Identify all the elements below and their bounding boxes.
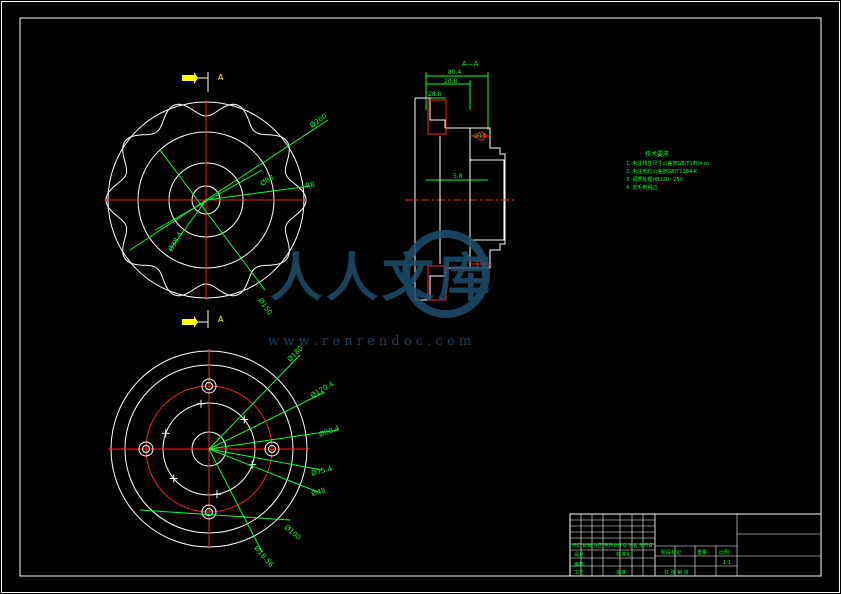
tb-weight: 重量 — [697, 549, 707, 556]
section-title: A—A — [462, 60, 479, 68]
tb-scale: 比例 — [719, 549, 729, 556]
bv-leader-5 — [208, 448, 319, 493]
watermark-text: 人人文库 — [270, 248, 494, 309]
section-label-bottom: A — [218, 315, 224, 324]
front-dim-1: Ø200 — [309, 112, 329, 129]
tb-std: 标准化 — [616, 551, 631, 558]
notes-line-4: 4. 去毛刺锐边 — [626, 184, 657, 191]
notes-line-3: 3. 调质处理HB220~250 — [626, 176, 683, 183]
sec-dim-2: 20.8 — [444, 78, 458, 85]
tb-reviewer: 审核 — [574, 561, 584, 568]
sec-dim-4: 5.8 — [453, 173, 463, 180]
tb-scale-value: 1:1 — [723, 560, 731, 566]
tb-process: 工艺 — [574, 570, 584, 576]
notes-line-1: 1. 未注线性尺寸公差按GB/T1804-m — [626, 160, 709, 167]
section-wall-top — [427, 99, 447, 135]
section-label-top: A — [218, 73, 224, 82]
bottom-dim-2: Ø120.4 — [309, 380, 336, 400]
watermark-url: w w w . r e n r e n d o c . c o m — [268, 334, 471, 349]
section-arrow-top — [182, 72, 198, 84]
tb-approve: 批准 — [616, 569, 626, 576]
front-dim-2: Ø88 — [259, 174, 275, 188]
sec-dim-1: 80.4 — [448, 69, 462, 76]
front-dim-3: R8 — [305, 180, 316, 189]
watermark: 人人文库 w w w . r e n r e n d o c . c o m — [268, 230, 494, 349]
tb-sheet: 共 张 第 张 — [664, 569, 689, 576]
bottom-dim-7: Ø18.56 — [252, 544, 275, 569]
sec-dim-3: 28.8 — [428, 91, 442, 98]
bv-leader-1 — [208, 354, 301, 450]
bottom-dim-4: Ø75.4 — [310, 465, 333, 478]
dim-leader-1 — [129, 119, 329, 251]
front-dim-5: Ø38.4 — [167, 230, 185, 253]
technical-notes: 技术要求 1. 未注线性尺寸公差按GB/T1804-m 2. 未注形位公差按GB… — [626, 150, 709, 191]
bottom-view: Ø180 Ø120.4 Ø80.4 Ø75.4 Ø48 Ø100 Ø18.56 — [108, 344, 341, 569]
tb-row-text: 标记 处数 分区 更改文件号 签名 年月日 — [572, 542, 653, 549]
bottom-dim-3: Ø80.4 — [318, 424, 341, 439]
title-block: 标记 处数 分区 更改文件号 签名 年月日 设计 审核 工艺 标准化 批准 阶段… — [569, 513, 822, 577]
bottom-dim-6: Ø100 — [283, 523, 303, 541]
bottom-dim-5: Ø48 — [310, 486, 326, 497]
tb-designer: 设计 — [574, 551, 584, 558]
cad-drawing-canvas: Ø200 Ø88 R8 Ø150 Ø38.4 A A Ø180 Ø120.4 Ø… — [1, 1, 840, 593]
notes-title: 技术要求 — [645, 150, 669, 158]
tb-stage: 阶段标记 — [661, 549, 681, 556]
section-arrow-bottom — [182, 316, 198, 328]
notes-line-2: 2. 未注形位公差按GB/T1184-K — [626, 168, 698, 175]
